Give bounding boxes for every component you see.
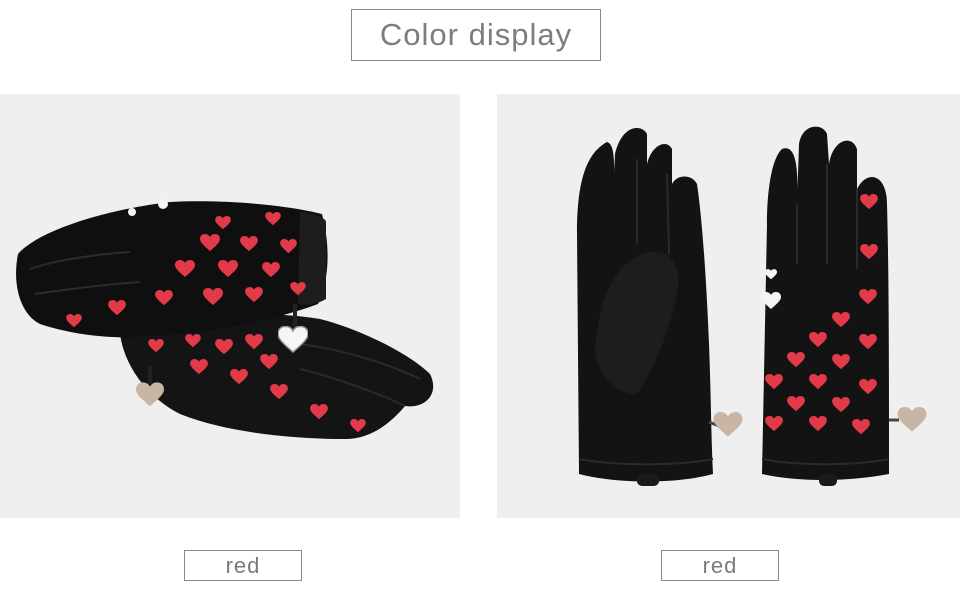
gloves-crossed-illustration (16, 199, 434, 439)
color-label-text: red (702, 552, 738, 578)
page-title-text: Color display (379, 17, 573, 52)
product-photo-flat-gloves[interactable] (497, 94, 960, 518)
gloves-flat-illustration (577, 126, 927, 486)
color-label-text: red (225, 552, 261, 578)
color-label-right: red (661, 550, 779, 581)
page-title: Color display (351, 9, 601, 61)
color-label-left: red (184, 550, 302, 581)
product-photo-crossed-gloves[interactable] (0, 94, 460, 518)
